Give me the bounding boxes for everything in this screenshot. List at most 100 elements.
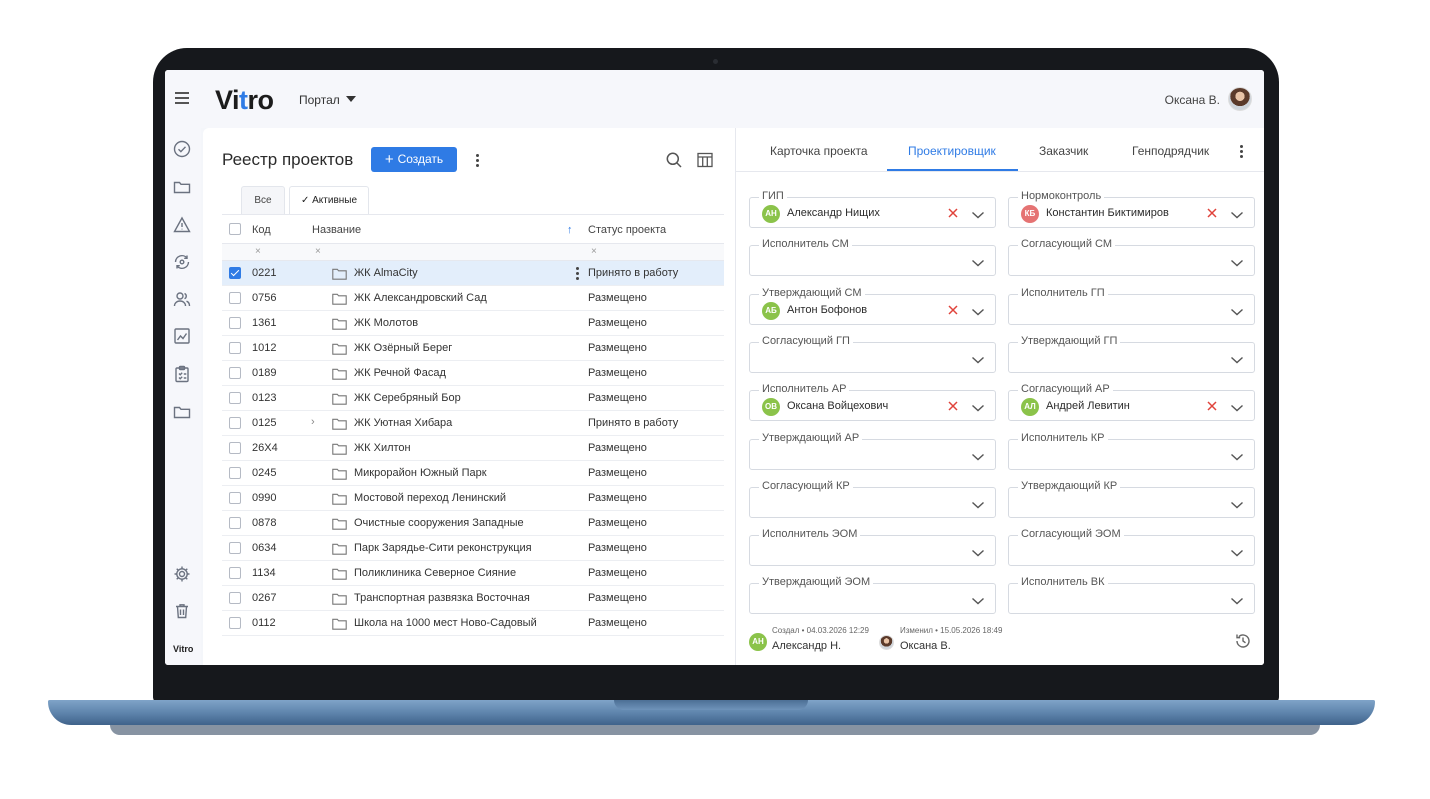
table-row[interactable]: 0221 ЖК AlmaCity Принято в работу — [222, 261, 724, 286]
expand-chevron-icon[interactable]: › — [311, 416, 315, 428]
chevron-down-icon[interactable] — [971, 304, 985, 316]
check-circle-icon[interactable] — [173, 140, 191, 158]
portal-dropdown[interactable]: Портал — [299, 93, 356, 107]
table-row[interactable]: 26X4 ЖК Хилтон Размещено — [222, 436, 724, 461]
app-logo[interactable]: Vitro — [215, 85, 274, 116]
row-checkbox[interactable] — [229, 417, 241, 429]
row-name[interactable]: ЖК Серебряный Бор — [354, 392, 461, 404]
role-select[interactable]: Исполнитель СМ — [749, 238, 996, 277]
chevron-down-icon[interactable] — [1230, 593, 1244, 605]
row-checkbox[interactable] — [229, 617, 241, 629]
create-button[interactable]: + Создать — [371, 147, 457, 172]
chevron-down-icon[interactable] — [971, 352, 985, 364]
role-select[interactable]: Утверждающий ЭОМ — [749, 576, 996, 615]
chart-icon[interactable] — [173, 327, 191, 345]
table-row[interactable]: 0112 Школа на 1000 мест Ново-Садовый Разме… — [222, 611, 724, 636]
row-name[interactable]: Транспортная развязка Восточная — [354, 592, 530, 604]
role-select[interactable]: Исполнитель КР — [1008, 431, 1255, 470]
role-select[interactable]: Исполнитель ВК — [1008, 576, 1255, 615]
clear-icon[interactable] — [947, 206, 959, 218]
table-row[interactable]: 1134 Поликлиника Северное Сияние Размещено — [222, 561, 724, 586]
row-checkbox[interactable] — [229, 467, 241, 479]
row-checkbox[interactable] — [229, 492, 241, 504]
chevron-down-icon[interactable] — [1230, 400, 1244, 412]
tab-project-card[interactable]: Карточка проекта — [770, 144, 868, 158]
trash-icon[interactable] — [173, 602, 191, 620]
folder-icon[interactable] — [173, 403, 191, 421]
role-select[interactable]: Исполнитель ГП — [1008, 286, 1255, 325]
user-avatar[interactable] — [1228, 87, 1252, 111]
role-select[interactable]: Утверждающий АР — [749, 431, 996, 470]
role-select[interactable]: Утверждающий КР — [1008, 479, 1255, 518]
search-icon[interactable] — [666, 152, 682, 168]
clipboard-icon[interactable] — [173, 365, 191, 383]
row-name[interactable]: Школа на 1000 мест Ново-Садовый — [354, 617, 537, 629]
chevron-down-icon[interactable] — [1230, 352, 1244, 364]
history-icon[interactable] — [1234, 632, 1252, 650]
role-select[interactable]: Исполнитель АР ОВ Оксана Войцехович — [749, 383, 996, 422]
role-select[interactable]: Нормоконтроль КБ Константин Биктимиров — [1008, 190, 1255, 228]
role-select[interactable]: Согласующий ГП — [749, 334, 996, 373]
chevron-down-icon[interactable] — [971, 593, 985, 605]
tab-general-contractor[interactable]: Генподрядчик — [1132, 144, 1209, 158]
table-row[interactable]: 0756 ЖК Александровский Сад Размещено — [222, 286, 724, 311]
chevron-down-icon[interactable] — [1230, 255, 1244, 267]
folder-icon[interactable] — [173, 178, 191, 196]
row-checkbox[interactable] — [229, 342, 241, 354]
role-select[interactable]: ГИП АН Александр Нищих — [749, 190, 996, 228]
row-menu-icon[interactable] — [576, 267, 580, 281]
row-checkbox[interactable] — [229, 542, 241, 554]
sort-ascending-icon[interactable]: ↑ — [567, 224, 573, 236]
table-row[interactable]: 1361 ЖК Молотов Размещено — [222, 311, 724, 336]
role-select[interactable]: Утверждающий ГП — [1008, 334, 1255, 373]
columns-icon[interactable] — [697, 152, 713, 168]
row-name[interactable]: Очистные сооружения Западные — [354, 517, 524, 529]
role-select[interactable]: Утверждающий СМ АБ Антон Бофонов — [749, 286, 996, 325]
column-header-status[interactable]: Статус проекта — [588, 224, 666, 236]
row-checkbox[interactable] — [229, 392, 241, 404]
clear-filter-icon[interactable]: × — [255, 246, 261, 257]
chevron-down-icon[interactable] — [971, 545, 985, 557]
column-header-name[interactable]: Название — [312, 224, 361, 236]
row-checkbox[interactable] — [229, 267, 241, 279]
chevron-down-icon[interactable] — [971, 497, 985, 509]
clear-filter-icon[interactable]: × — [591, 246, 597, 257]
table-row[interactable]: 0878 Очистные сооружения Западные Размещен… — [222, 511, 724, 536]
tab-all[interactable]: Все — [241, 186, 285, 214]
row-checkbox[interactable] — [229, 292, 241, 304]
more-menu-icon[interactable] — [1240, 145, 1244, 159]
row-checkbox[interactable] — [229, 517, 241, 529]
table-row[interactable]: 0125 › ЖК Уютная Хибара Принято в работу — [222, 411, 724, 436]
chevron-down-icon[interactable] — [971, 400, 985, 412]
table-row[interactable]: 0189 ЖК Речной Фасад Размещено — [222, 361, 724, 386]
users-icon[interactable] — [173, 290, 191, 308]
clear-icon[interactable] — [1206, 399, 1218, 411]
role-select[interactable]: Согласующий КР — [749, 479, 996, 518]
row-checkbox[interactable] — [229, 317, 241, 329]
warning-icon[interactable] — [173, 216, 191, 234]
more-menu-icon[interactable] — [476, 154, 480, 168]
chevron-down-icon[interactable] — [1230, 207, 1244, 219]
table-row[interactable]: 0245 Микрорайон Южный Парк Размещено — [222, 461, 724, 486]
row-name[interactable]: Поликлиника Северное Сияние — [354, 567, 516, 579]
row-name[interactable]: ЖК Молотов — [354, 317, 418, 329]
column-header-code[interactable]: Код — [252, 224, 271, 236]
chevron-down-icon[interactable] — [1230, 449, 1244, 460]
clear-icon[interactable] — [947, 399, 959, 411]
row-name[interactable]: Парк Зарядье-Сити реконструкция — [354, 542, 532, 554]
row-name[interactable]: ЖК Озёрный Берег — [354, 342, 452, 354]
row-checkbox[interactable] — [229, 367, 241, 379]
gear-icon[interactable] — [173, 565, 191, 583]
select-all-checkbox[interactable] — [229, 223, 241, 235]
chevron-down-icon[interactable] — [971, 255, 985, 267]
row-name[interactable]: Микрорайон Южный Парк — [354, 467, 487, 479]
clear-filter-icon[interactable]: × — [315, 246, 321, 257]
row-name[interactable]: ЖК AlmaCity — [354, 267, 418, 279]
role-select[interactable]: Исполнитель ЭОМ — [749, 528, 996, 567]
table-row[interactable]: 0123 ЖК Серебряный Бор Размещено — [222, 386, 724, 411]
row-checkbox[interactable] — [229, 442, 241, 454]
chevron-down-icon[interactable] — [1230, 304, 1244, 316]
row-name[interactable]: ЖК Александровский Сад — [354, 292, 487, 304]
clear-icon[interactable] — [947, 303, 959, 315]
table-row[interactable]: 1012 ЖК Озёрный Берег Размещено — [222, 336, 724, 361]
